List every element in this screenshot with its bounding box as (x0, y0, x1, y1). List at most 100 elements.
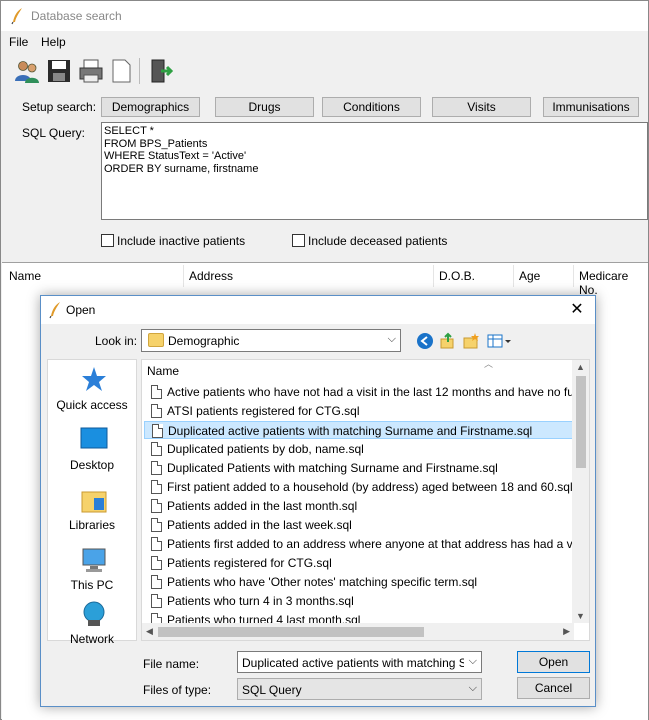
look-in-dropdown[interactable]: Demographic ⌵ (141, 329, 401, 352)
scroll-left-icon[interactable]: ◀ (146, 626, 153, 637)
setup-search-label: Setup search: (22, 100, 97, 114)
menu-file[interactable]: File (9, 35, 28, 49)
dialog-title: Open (66, 303, 96, 317)
document-icon (151, 518, 162, 532)
document-icon (151, 537, 162, 551)
column-divider[interactable] (513, 265, 514, 287)
sql-line: WHERE StatusText = 'Active' (104, 150, 247, 162)
chevron-down-icon: ⌵ (387, 333, 396, 345)
column-divider[interactable] (573, 265, 574, 287)
file-name-label: File name: (143, 657, 200, 671)
sql-line: ORDER BY surname, firstname (104, 162, 259, 175)
libraries-icon (81, 491, 107, 513)
look-in-label: Look in: (95, 334, 138, 348)
up-folder-icon[interactable] (439, 332, 457, 350)
file-name: Patients who have 'Other notes' matching… (167, 575, 478, 589)
column-header-medicare[interactable]: Medicare No. (579, 269, 648, 297)
visits-button[interactable]: Visits (432, 97, 531, 117)
quick-access-label: Quick access (56, 398, 128, 412)
new-folder-icon[interactable] (462, 332, 480, 350)
toolbar-separator (139, 58, 140, 84)
file-name: First patient added to a household (by a… (167, 480, 573, 494)
include-inactive-label: Include inactive patients (117, 234, 246, 248)
close-icon[interactable]: ✕ (567, 300, 587, 320)
look-in-value: Demographic (168, 334, 240, 348)
scroll-right-icon[interactable]: ▶ (563, 626, 570, 637)
file-name: Duplicated Patients with matching Surnam… (167, 461, 498, 475)
file-row[interactable]: Duplicated Patients with matching Surnam… (144, 459, 574, 477)
file-name-value: Duplicated active patients with matching… (242, 656, 464, 670)
document-icon (152, 424, 163, 438)
file-type-value: SQL Query (242, 683, 302, 697)
back-icon[interactable] (416, 332, 434, 350)
file-type-select[interactable]: SQL Query ⌵ (237, 678, 482, 700)
file-row[interactable]: Patients who have 'Other notes' matching… (144, 573, 574, 591)
immunisations-button[interactable]: Immunisations (543, 97, 639, 117)
menu-help[interactable]: Help (41, 35, 66, 49)
document-icon (151, 404, 162, 418)
file-name: ATSI patients registered for CTG.sql (167, 404, 360, 418)
chevron-down-icon[interactable]: ⌵ (469, 655, 477, 668)
file-name: Duplicated patients by dob, name.sql (167, 442, 364, 456)
quill-icon (49, 302, 60, 319)
document-icon (151, 442, 162, 456)
open-button[interactable]: Open (517, 651, 590, 673)
new-document-icon[interactable] (107, 57, 135, 85)
file-name: Patients who turn 4 in 3 months.sql (167, 594, 354, 608)
document-icon (151, 499, 162, 513)
file-row[interactable]: First patient added to a household (by a… (144, 478, 574, 496)
include-inactive-checkbox[interactable] (101, 234, 114, 247)
file-row[interactable]: Active patients who have not had a visit… (144, 383, 574, 401)
column-header-address[interactable]: Address (189, 269, 233, 283)
file-row[interactable]: Patients first added to an address where… (144, 535, 574, 553)
file-row[interactable]: Duplicated active patients with matching… (144, 421, 574, 439)
demographics-button[interactable]: Demographics (101, 97, 200, 117)
view-menu-icon[interactable] (486, 332, 512, 350)
scroll-down-icon[interactable]: ▼ (576, 611, 585, 621)
folder-icon (148, 333, 164, 347)
file-name-input[interactable]: Duplicated active patients with matching… (237, 651, 482, 673)
places-bar: Quick access Desktop Libraries This PC N… (47, 359, 137, 646)
drugs-button[interactable]: Drugs (215, 97, 314, 117)
column-header-name[interactable]: Name (147, 364, 179, 378)
exit-icon[interactable] (147, 57, 175, 85)
sql-query-input[interactable]: SELECT * FROM BPS_Patients WHERE StatusT… (101, 122, 648, 220)
conditions-button[interactable]: Conditions (322, 97, 421, 117)
horizontal-scrollbar[interactable]: ◀ ▶ (142, 623, 574, 640)
file-row[interactable]: Patients who turn 4 in 3 months.sql (144, 592, 574, 610)
scroll-up-icon[interactable]: ▲ (576, 362, 585, 372)
file-row[interactable]: Patients added in the last month.sql (144, 497, 574, 515)
network-label: Network (69, 632, 114, 646)
star-icon (82, 367, 106, 391)
file-row[interactable]: Patients added in the last week.sql (144, 516, 574, 534)
column-header-dob[interactable]: D.O.B. (439, 269, 475, 283)
file-name: Patients first added to an address where… (167, 537, 574, 551)
dialog-title-bar: Open ✕ (41, 296, 595, 324)
file-list[interactable]: ︿ Name Active patients who have not had … (141, 359, 590, 641)
horizontal-scroll-thumb[interactable] (158, 627, 424, 637)
file-name: Active patients who have not had a visit… (167, 385, 574, 399)
users-icon[interactable] (13, 57, 41, 85)
column-divider[interactable] (183, 265, 184, 287)
printer-icon[interactable] (77, 57, 105, 85)
include-deceased-label: Include deceased patients (308, 234, 448, 248)
sort-arrow-icon: ︿ (484, 359, 494, 369)
file-row[interactable]: Duplicated patients by dob, name.sql (144, 440, 574, 458)
vertical-scrollbar[interactable]: ▲ ▼ (572, 360, 589, 623)
include-deceased-checkbox[interactable] (292, 234, 305, 247)
vertical-scroll-thumb[interactable] (576, 376, 586, 468)
open-dialog: Open ✕ Look in: Demographic ⌵ Quick acce… (40, 295, 596, 707)
file-row[interactable]: Patients registered for CTG.sql (144, 554, 574, 572)
file-type-label: Files of type: (143, 683, 212, 697)
document-icon (151, 556, 162, 570)
document-icon (151, 461, 162, 475)
column-header-name[interactable]: Name (9, 269, 41, 283)
sql-query-label: SQL Query: (22, 126, 85, 140)
save-icon[interactable] (45, 57, 73, 85)
file-row[interactable]: ATSI patients registered for CTG.sql (144, 402, 574, 420)
cancel-button[interactable]: Cancel (517, 677, 590, 699)
desktop-label: Desktop (69, 458, 115, 472)
column-divider[interactable] (433, 265, 434, 287)
column-header-age[interactable]: Age (519, 269, 540, 283)
file-name: Duplicated active patients with matching… (168, 424, 533, 438)
